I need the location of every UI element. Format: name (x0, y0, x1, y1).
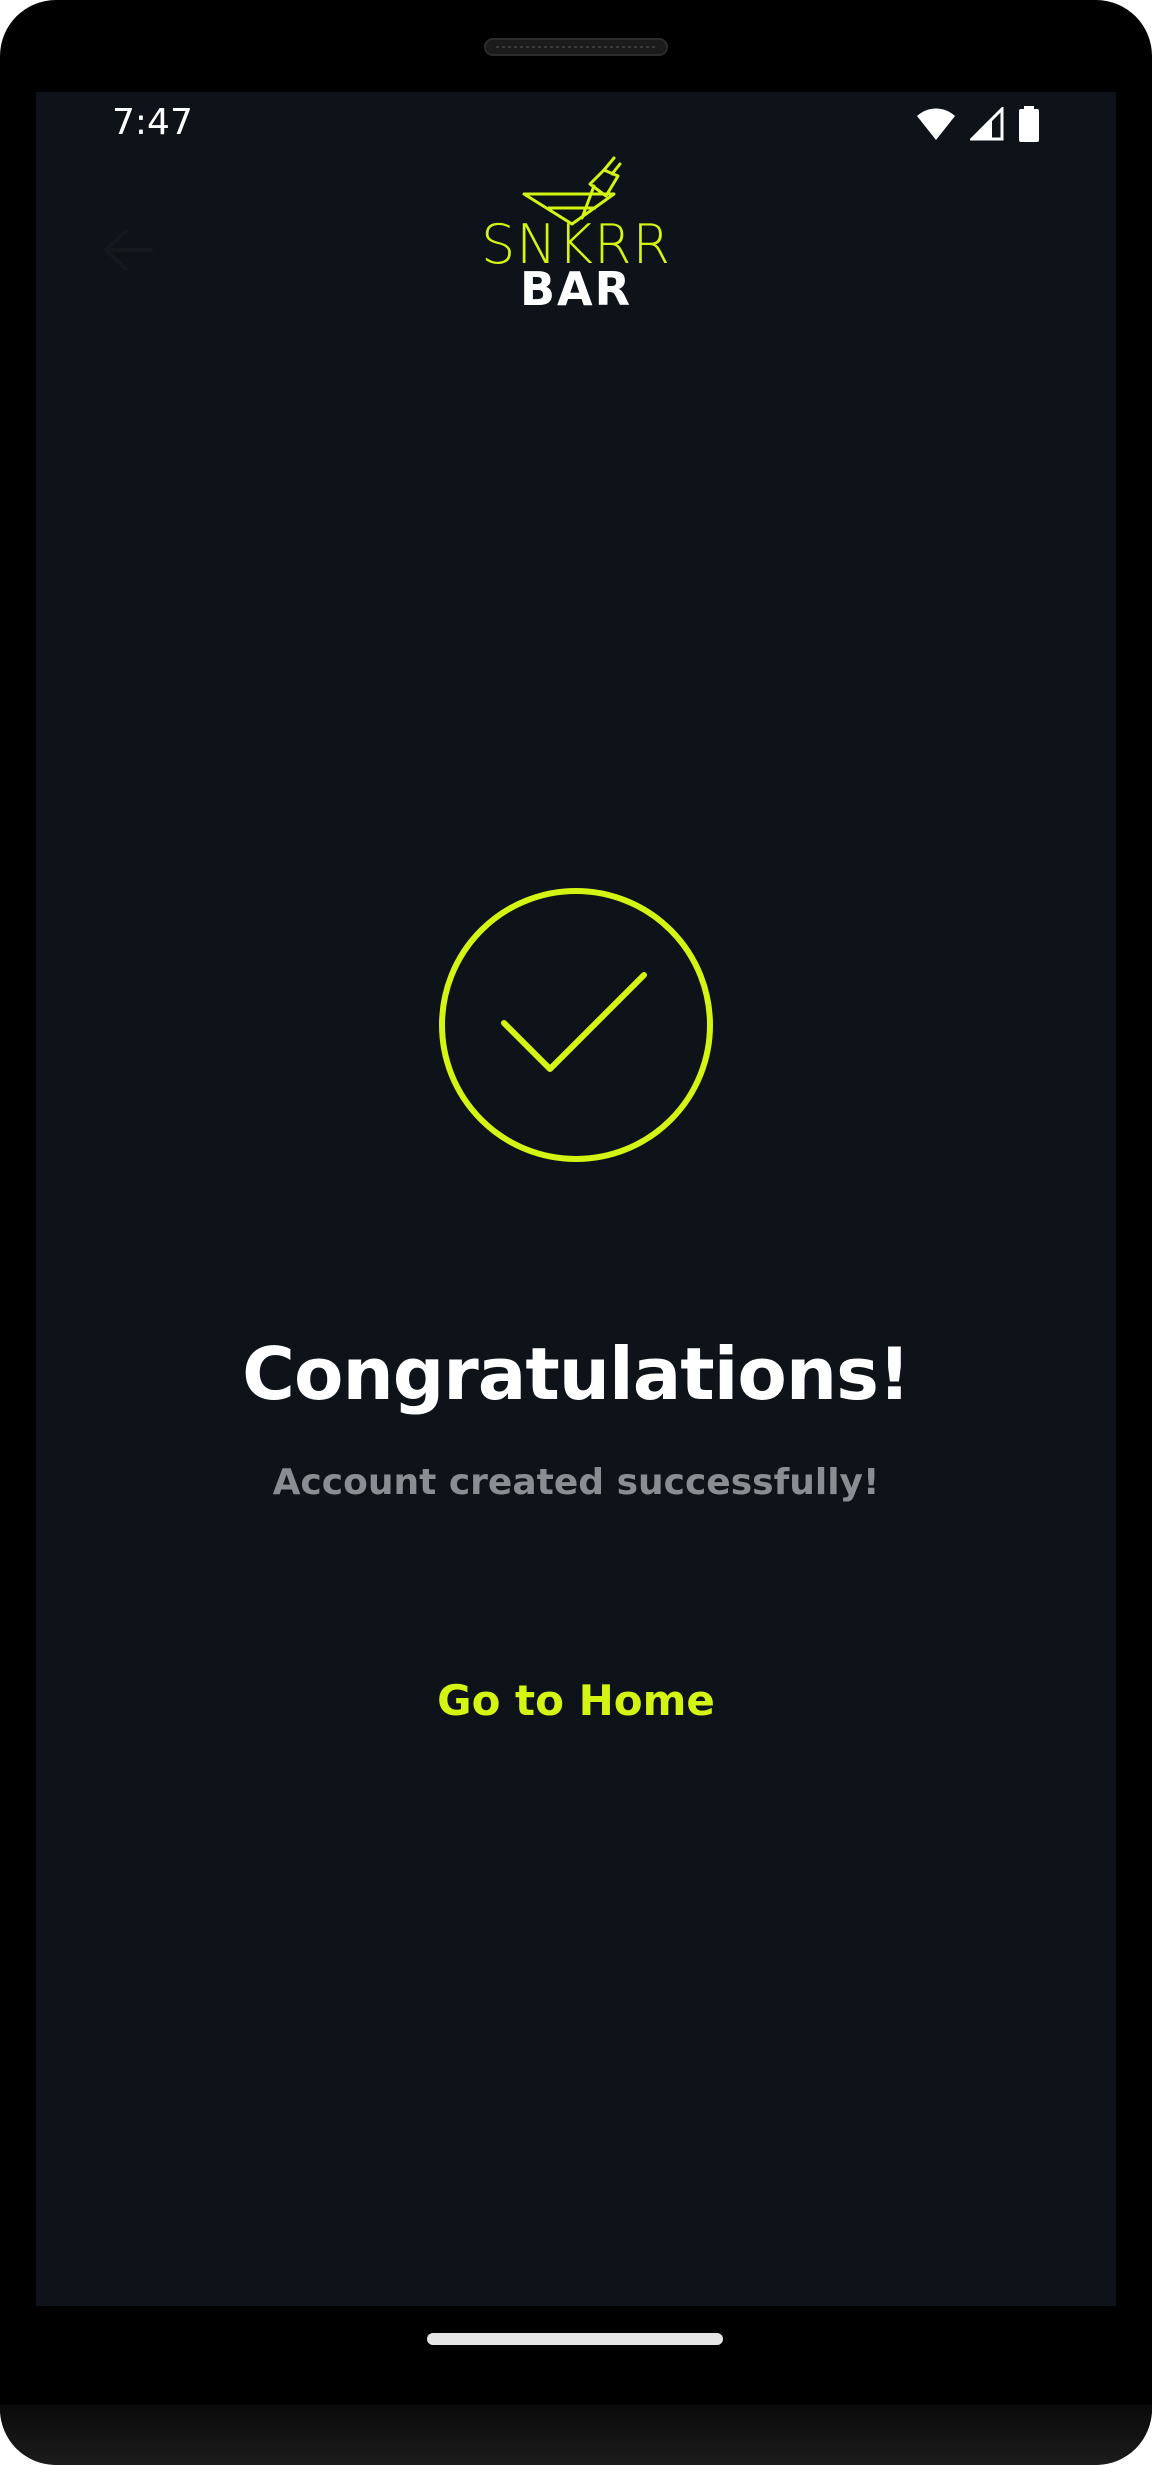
arrow-left-icon (104, 229, 153, 271)
battery-icon (1019, 106, 1039, 142)
earpiece-speaker (484, 38, 668, 56)
check-circle-icon (439, 888, 713, 1162)
status-bar: 7:47 (36, 92, 1116, 162)
app-logo: SNKRR BAR (466, 156, 686, 316)
wifi-icon (917, 108, 955, 140)
status-icons (916, 106, 1040, 142)
device-bottom-edge (0, 2405, 1152, 2465)
status-time: 7:47 (112, 102, 193, 143)
app-screen: 7:47 SNKRR BAR Congratulations! Account … (36, 92, 1116, 2306)
back-button[interactable] (80, 202, 176, 298)
success-message: Account created successfully! (272, 1462, 880, 1503)
phone-frame: 7:47 SNKRR BAR Congratulations! Account … (0, 0, 1152, 2465)
cellular-signal-icon (970, 107, 1004, 141)
go-to-home-button[interactable]: Go to Home (416, 1660, 736, 1740)
logo-wordmark-bottom: BAR (519, 262, 633, 316)
home-indicator-bar[interactable] (427, 2333, 723, 2345)
page-title: Congratulations! (242, 1332, 911, 1416)
